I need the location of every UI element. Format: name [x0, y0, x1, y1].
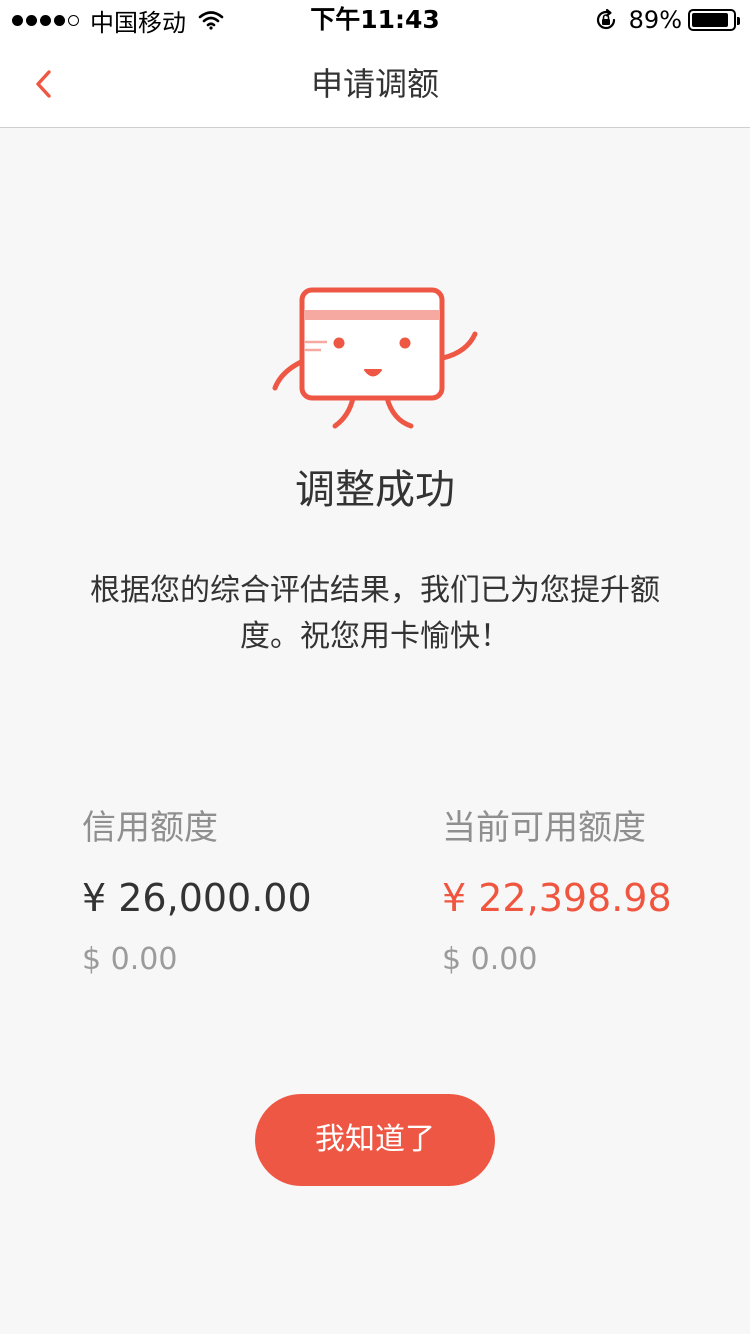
status-bar: 中国移动 下午11:43 89%: [0, 0, 750, 40]
card-mascot-icon: [272, 287, 478, 429]
status-right: 89%: [593, 6, 740, 34]
confirm-button[interactable]: 我知道了: [255, 1094, 495, 1186]
credit-limit-usd: $ 0.00: [82, 942, 178, 977]
result-description: 根据您的综合评估结果，我们已为您提升额度。祝您用卡愉快！: [90, 573, 660, 654]
battery-percent: 89%: [628, 6, 682, 34]
rotation-lock-icon: [596, 8, 615, 30]
nav-bar: 申请调额: [0, 40, 750, 128]
available-limit-rmb: ¥ 22,398.98: [442, 876, 672, 920]
page-title: 申请调额: [310, 65, 439, 103]
credit-limit-label: 信用额度: [82, 808, 218, 848]
available-limit-label: 当前可用额度: [442, 808, 646, 848]
result-title: 调整成功: [295, 467, 455, 513]
available-limit-usd: $ 0.00: [442, 942, 538, 977]
battery-tip: [737, 17, 740, 25]
battery-icon: [688, 9, 740, 31]
credit-limit-block: 信用额度 ¥ 26,000.00 $ 0.00: [82, 800, 312, 988]
available-limit-block: 当前可用额度 ¥ 22,398.98 $ 0.00: [442, 800, 672, 988]
credit-limit-rmb: ¥ 26,000.00: [82, 876, 312, 920]
battery-fill: [692, 13, 728, 27]
